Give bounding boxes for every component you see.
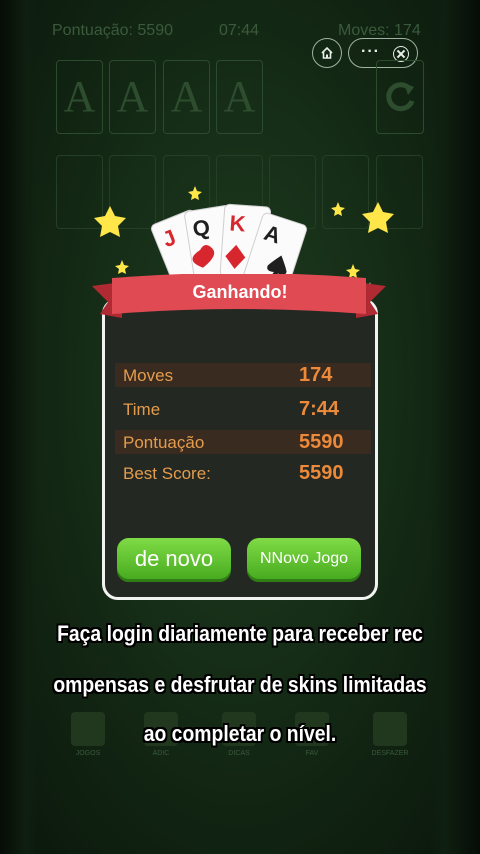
play-again-button[interactable]: de novo (117, 538, 231, 582)
foundation-pile-3[interactable]: A (163, 60, 210, 134)
subtitle-line-2: ompensas e desfrutar de skins limitadas (53, 672, 427, 697)
nav-label: JOGOS (75, 750, 101, 757)
undo-refresh-icon (386, 82, 415, 112)
home-icon[interactable] (312, 38, 342, 68)
star-icon (188, 186, 202, 200)
foundation-pile-2[interactable]: A (109, 60, 156, 134)
subtitle-line-1: Faça login diariamente para receber rec (57, 621, 423, 646)
dialog-title: Ganhando! (192, 282, 288, 302)
stock-pile[interactable] (376, 60, 424, 134)
score-readout: Pontuação: 5590 (52, 22, 173, 39)
nav-label: DICAS (228, 750, 250, 757)
subtitle-line-3: ao completar o nível. (143, 721, 337, 746)
nav-label: FAV (305, 750, 319, 757)
foundation-pile-4[interactable]: A (216, 60, 263, 134)
star-icon (362, 202, 394, 233)
star-icon (94, 206, 126, 237)
nav-label: DESFAZER (371, 750, 409, 757)
more-dots-icon[interactable]: ··· (361, 43, 380, 61)
foundation-pile-1[interactable]: A (56, 60, 103, 134)
star-icon (331, 202, 345, 216)
time-readout: 07:44 (219, 22, 260, 39)
star-icon (115, 260, 129, 274)
new-game-button[interactable]: NNovo Jogo (247, 538, 361, 582)
nav-label: ADIC (152, 750, 170, 757)
game-screen: Pontuação: 5590 07:44 Moves: 174 ··· A A… (0, 0, 480, 854)
